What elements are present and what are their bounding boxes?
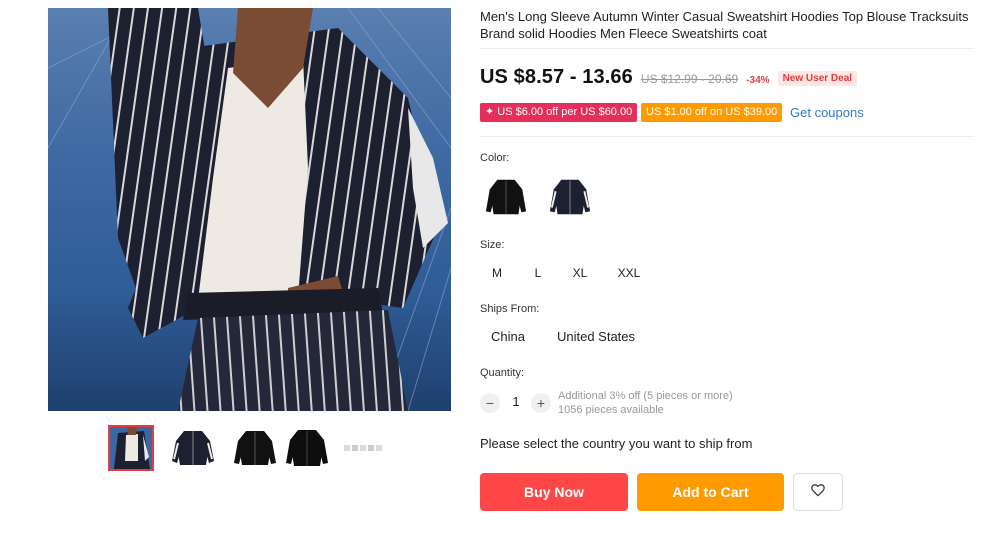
quantity-value[interactable]: 1 bbox=[511, 394, 521, 409]
quantity-decrease-button[interactable]: − bbox=[480, 393, 500, 413]
size-option-m[interactable]: M bbox=[486, 261, 508, 285]
main-product-image[interactable] bbox=[48, 8, 451, 411]
shipping-message: Please select the country you want to sh… bbox=[480, 436, 753, 451]
ships-from-china[interactable]: China bbox=[486, 325, 530, 349]
thumbnail-black-jacket-front[interactable] bbox=[232, 425, 278, 471]
discount-badge: -34% bbox=[746, 75, 770, 86]
size-option-l[interactable]: L bbox=[528, 261, 548, 285]
pieces-available: 1056 pieces available bbox=[558, 404, 664, 416]
divider bbox=[480, 136, 974, 137]
ships-from-label: Ships From: bbox=[480, 303, 540, 315]
color-option-striped[interactable] bbox=[544, 171, 596, 223]
wishlist-button[interactable] bbox=[793, 473, 843, 511]
quantity-increase-button[interactable]: + bbox=[531, 393, 551, 413]
thumbnail-model-front[interactable] bbox=[108, 425, 154, 471]
thumbnail-striped-jacket[interactable] bbox=[170, 425, 216, 471]
heart-icon bbox=[810, 482, 826, 503]
thumbnail-black-jacket-back[interactable] bbox=[284, 425, 330, 471]
divider bbox=[480, 48, 974, 49]
size-label: Size: bbox=[480, 239, 505, 251]
ships-from-united-states[interactable]: United States bbox=[552, 325, 640, 349]
coupon-select[interactable]: US $1.00 off on US $39.00 bbox=[641, 103, 783, 122]
coupon-store[interactable]: ✦ US $6.00 off per US $60.00 bbox=[480, 103, 638, 122]
size-option-xxl[interactable]: XXL bbox=[612, 261, 646, 285]
thumbnail-strip bbox=[108, 425, 408, 473]
product-title: Men's Long Sleeve Autumn Winter Casual S… bbox=[480, 9, 969, 41]
quantity-label: Quantity: bbox=[480, 367, 525, 379]
buy-now-button[interactable]: Buy Now bbox=[480, 473, 628, 511]
get-coupons-link[interactable]: Get coupons bbox=[790, 105, 864, 120]
add-to-cart-button[interactable]: Add to Cart bbox=[637, 473, 784, 511]
price-row: US $8.57 - 13.66 US $12.99 - 20.69 -34% … bbox=[480, 66, 858, 92]
thumbnail-loading[interactable] bbox=[340, 425, 386, 471]
size-option-xl[interactable]: XL bbox=[566, 261, 594, 285]
new-user-deal-badge: New User Deal bbox=[777, 71, 858, 86]
color-label: Color: bbox=[480, 152, 510, 164]
color-option-black[interactable] bbox=[480, 171, 532, 223]
bulk-discount-note: Additional 3% off (5 pieces or more) bbox=[558, 390, 733, 402]
original-price: US $12.99 - 20.69 bbox=[640, 72, 739, 86]
current-price: US $8.57 - 13.66 bbox=[480, 66, 633, 88]
